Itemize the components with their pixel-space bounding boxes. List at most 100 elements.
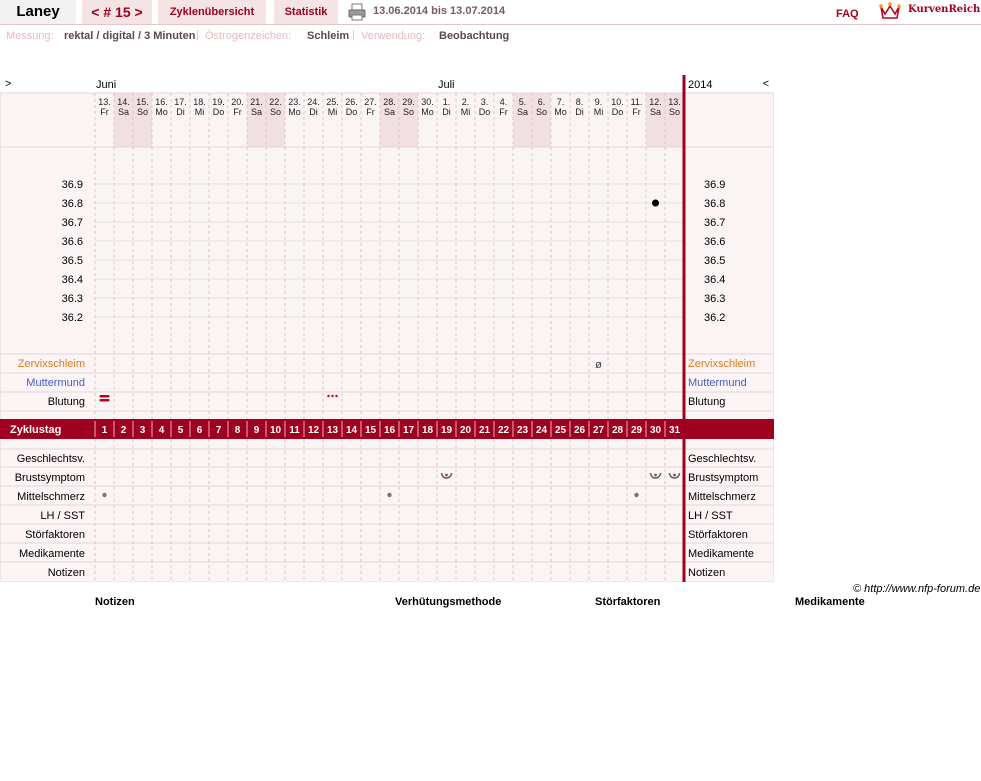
temperature-tick-left: 36.8	[62, 198, 83, 210]
day-date: 10.	[611, 97, 624, 107]
cycle-day-number: 10	[270, 425, 282, 436]
cycle-day-number: 25	[555, 425, 567, 436]
row-label-right-mittelschmerz: Mittelschmerz	[688, 491, 756, 503]
day-weekday: Di	[575, 107, 584, 117]
chart-nav-next: <	[763, 78, 769, 90]
cycle-day-number: 8	[235, 425, 241, 436]
temperature-tick-left: 36.4	[62, 274, 83, 286]
estrogen-label: Östrogenzeichen:	[205, 30, 292, 42]
day-date: 27.	[364, 97, 377, 107]
day-weekday: So	[536, 107, 547, 117]
row-label-right-breast_symptom: Brustsymptom	[688, 472, 758, 484]
mittelschmerz-dot	[102, 492, 107, 498]
cycle-day-number: 20	[460, 425, 472, 436]
day-weekday: Sa	[517, 107, 528, 117]
cycle-overview-tab[interactable]: Zyklenübersicht	[158, 0, 266, 24]
separator: |	[196, 29, 199, 41]
chart-background	[0, 75, 774, 582]
day-date: 24.	[307, 97, 320, 107]
cervical-mucus-symbol: ø	[595, 359, 602, 371]
day-date: 6.	[538, 97, 546, 107]
cycle-day-number: 16	[384, 425, 396, 436]
day-weekday: Mi	[594, 107, 604, 117]
brand-name[interactable]: KurvenReich	[908, 4, 980, 15]
bleeding-spotting-dot	[331, 394, 334, 398]
day-weekday: Mi	[328, 107, 338, 117]
row-label-cervical_mucus: Zervixschleim	[18, 358, 85, 370]
day-date: 17.	[174, 97, 187, 107]
mittelschmerz-dot	[387, 492, 392, 498]
day-weekday: Fr	[100, 107, 109, 117]
row-label-right-cervical_mucus: Zervixschleim	[688, 358, 755, 370]
cycle-chart: > <2014Juni Juli13.Fr14.Sa15.So16.Mo17.Di1…	[0, 75, 774, 582]
row-label-medication: Medikamente	[19, 548, 85, 560]
day-weekday: Mi	[461, 107, 471, 117]
day-date: 5.	[519, 97, 527, 107]
cycle-day-number: 3	[140, 425, 146, 436]
measurement-value: rektal / digital / 3 Minuten	[64, 30, 196, 42]
day-weekday: So	[137, 107, 148, 117]
row-label-lh_test: LH / SST	[40, 510, 85, 522]
legend-notes: Notizen	[95, 596, 135, 608]
day-date: 2.	[462, 97, 470, 107]
cycle-day-number: 18	[422, 425, 434, 436]
row-label-right-notes: Notizen	[688, 567, 725, 579]
temperature-tick-left: 36.2	[62, 312, 83, 324]
cycle-day-number: 23	[517, 425, 529, 436]
printer-icon[interactable]	[348, 3, 366, 21]
day-weekday: Fr	[499, 107, 508, 117]
row-label-bleeding: Blutung	[48, 396, 85, 408]
row-label-right-intercourse: Geschlechtsv.	[688, 453, 756, 465]
day-weekday: Sa	[650, 107, 661, 117]
faq-link[interactable]: FAQ	[836, 8, 859, 20]
cycle-day-number: 6	[197, 425, 203, 436]
day-date: 3.	[481, 97, 489, 107]
day-date: 20.	[231, 97, 244, 107]
day-date: 30.	[421, 97, 434, 107]
day-weekday: Mo	[155, 107, 168, 117]
temperature-tick-right: 36.2	[704, 312, 725, 324]
day-date: 11.	[631, 97, 643, 107]
bleeding-heavy-mark	[99, 399, 110, 402]
temperature-point	[652, 199, 659, 207]
user-name[interactable]: Laney	[0, 0, 76, 24]
day-weekday: Fr	[233, 107, 242, 117]
usage-value: Beobachtung	[439, 30, 510, 42]
day-date: 23.	[288, 97, 301, 107]
day-date: 29.	[402, 97, 415, 107]
day-date: 15.	[136, 97, 149, 107]
breast-symptom-dot	[673, 473, 676, 477]
day-date: 16.	[155, 97, 168, 107]
cycle-day-number: 9	[254, 425, 260, 436]
usage-label: Verwendung:	[361, 30, 426, 42]
day-weekday: So	[403, 107, 414, 117]
cycle-day-label: Zyklustag	[10, 424, 61, 436]
cycle-day-number: 1	[102, 425, 108, 436]
date-range: 13.06.2014 bis 13.07.2014	[373, 5, 506, 17]
day-date: 19.	[212, 97, 225, 107]
day-weekday: Di	[442, 107, 451, 117]
bleeding-spotting-dot	[335, 394, 338, 398]
day-date: 13.	[668, 97, 681, 107]
day-weekday: Sa	[384, 107, 395, 117]
year-label: 2014	[688, 79, 712, 91]
cycle-day-number: 27	[593, 425, 605, 436]
day-date: 1.	[443, 97, 451, 107]
month-label: Juni	[96, 79, 116, 91]
crown-logo-icon	[879, 2, 901, 19]
day-date: 26.	[345, 97, 358, 107]
temperature-tick-right: 36.6	[704, 236, 725, 248]
temperature-tick-left: 36.3	[62, 293, 83, 305]
day-weekday: Mo	[554, 107, 567, 117]
temperature-tick-right: 36.7	[704, 217, 725, 229]
day-weekday: Di	[309, 107, 318, 117]
cycle-day-number: 7	[216, 425, 222, 436]
day-weekday: Mo	[288, 107, 301, 117]
day-weekday: Do	[612, 107, 624, 117]
statistics-tab[interactable]: Statistik	[274, 0, 338, 24]
cycle-navigation[interactable]: < # 15 >	[82, 0, 152, 24]
cycle-day-number: 17	[403, 425, 415, 436]
cycle-day-number: 22	[498, 425, 510, 436]
day-weekday: Fr	[366, 107, 375, 117]
day-date: 22.	[269, 97, 282, 107]
